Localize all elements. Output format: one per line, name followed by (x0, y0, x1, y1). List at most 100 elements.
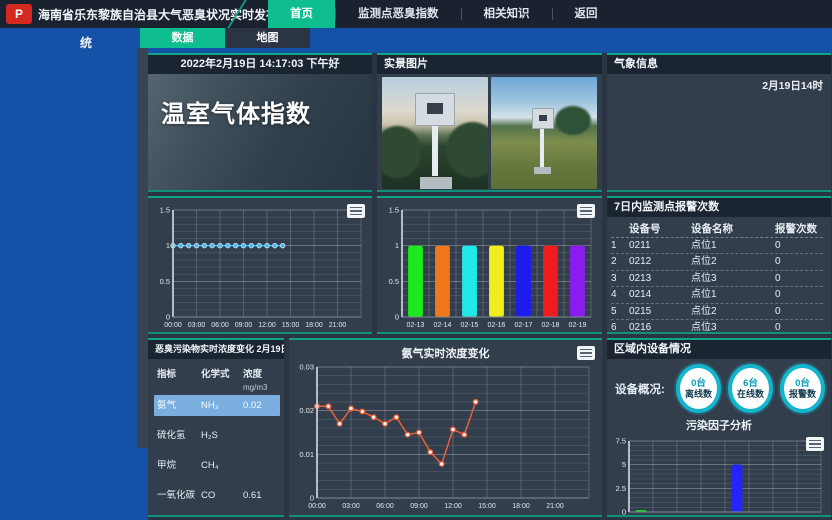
svg-text:1: 1 (166, 241, 170, 250)
col-concentration: 浓度mg/m3 (243, 368, 281, 394)
monitor-base (534, 167, 551, 175)
col-alarm-count: 报警次数 (775, 221, 823, 237)
svg-text:0: 0 (310, 494, 314, 503)
monitor-pole (432, 126, 438, 175)
svg-text:00:00: 00:00 (164, 322, 182, 329)
panel-device-status: 区域内设备情况 设备概况: 0台 离线数 6台 在线数 0台 (607, 338, 831, 517)
svg-text:1.5: 1.5 (389, 206, 399, 215)
tree-foliage (555, 106, 591, 135)
alarm-table-row: 60216 点位30 (611, 320, 823, 334)
main-nav: 首页 监测点恶臭指数 相关知识 返回 (268, 0, 620, 28)
chart-menu-icon[interactable] (806, 437, 824, 451)
page-body: 统 数据 地图 2022年2月19日 14:17:03 下午好 温室气体指数 实… (0, 28, 832, 520)
svg-text:09:00: 09:00 (410, 503, 428, 510)
tab-map[interactable]: 地图 (225, 28, 310, 48)
alarm-table-row: 20212 点位20 (611, 254, 823, 271)
col-device-name: 设备名称 (691, 221, 775, 237)
nav-item-odor-index[interactable]: 监测点恶臭指数 (336, 0, 461, 28)
alarm-table: 设备号 设备名称 报警次数 10211 点位10 20212 点位20 (607, 217, 831, 334)
svg-text:0.5: 0.5 (389, 277, 399, 286)
datetime-text: 2022年2月19日 14:17:03 下午好 (148, 55, 372, 74)
svg-text:7.5: 7.5 (616, 437, 626, 446)
svg-text:06:00: 06:00 (376, 503, 394, 510)
site-photo-field (491, 77, 597, 189)
photos-body (377, 74, 602, 192)
pollution-factor-bar-chart: 02.557.5氨气硫化氢甲烷一氧化碳 (607, 435, 829, 517)
panel-weather: 气象信息 2月19日14时 (607, 53, 831, 192)
pollutant-table: 指标 化学式 浓度mg/m3 氨气 NH₃ 0.02 硫化氢 H₂S (148, 359, 284, 506)
alarm-table-row: 10211 点位10 (611, 238, 823, 255)
svg-text:02-13: 02-13 (407, 322, 425, 329)
panel-site-photos: 实景图片 (377, 53, 602, 192)
col-formula: 化学式 (201, 368, 243, 394)
alarm-table-row: 30213 点位30 (611, 271, 823, 288)
pollutant-row-nh3[interactable]: 氨气 NH₃ 0.02 (154, 395, 280, 416)
dashboard-headline: 温室气体指数 (161, 94, 372, 129)
monitor-base (420, 177, 452, 189)
alarm-panel-title: 7日内监测点报警次数 (607, 198, 831, 217)
svg-text:06:00: 06:00 (211, 322, 229, 329)
svg-text:0.03: 0.03 (299, 363, 314, 372)
unit-label: mg/m3 (243, 381, 281, 394)
svg-text:0.01: 0.01 (299, 450, 314, 459)
alarm-table-row: 40214 点位10 (611, 287, 823, 304)
photos-panel-title: 实景图片 (377, 55, 602, 74)
device-overview-label: 设备概况: (615, 381, 669, 397)
dashboard: 2022年2月19日 14:17:03 下午好 温室气体指数 实景图片 (148, 53, 832, 520)
app-title-wrap: 统 (80, 34, 92, 51)
svg-text:02-14: 02-14 (434, 322, 452, 329)
stat-online-count: 6台 在线数 (728, 364, 773, 413)
greeting-body: 温室气体指数 (148, 74, 372, 192)
alarm-table-header: 设备号 设备名称 报警次数 (611, 221, 823, 238)
content-left-edge (137, 48, 148, 448)
weather-panel-title: 气象信息 (607, 55, 831, 74)
device-panel-title: 区域内设备情况 (607, 340, 831, 359)
svg-text:09:00: 09:00 (235, 322, 253, 329)
svg-text:02-15: 02-15 (461, 322, 479, 329)
nh3-concentration-line-chart: 00.010.020.0300:0003:0006:0009:0012:0015… (290, 361, 601, 514)
pollutant-row-h2s[interactable]: 硫化氢 H₂S (154, 425, 280, 446)
svg-text:12:00: 12:00 (258, 322, 276, 329)
svg-text:21:00: 21:00 (546, 503, 564, 510)
monitor-pole (540, 127, 544, 170)
stat-alarm-count: 0台 报警数 (780, 364, 825, 413)
greenhouse-index-line-chart: 00.511.500:0003:0006:0009:0012:0015:0018… (149, 200, 371, 333)
svg-text:02-19: 02-19 (569, 322, 587, 329)
pollutant-panel-title: 恶臭污染物实时浓度变化 2月19日14时 (148, 340, 284, 359)
svg-text:12:00: 12:00 (444, 503, 462, 510)
svg-text:21:00: 21:00 (329, 322, 347, 329)
svg-text:1: 1 (395, 241, 399, 250)
device-stats: 设备概况: 0台 离线数 6台 在线数 0台 报警数 (607, 359, 831, 415)
svg-text:15:00: 15:00 (478, 503, 496, 510)
panel-nh3-chart: 氨气实时浓度变化 00.010.020.0300:0003:0006:0009:… (289, 338, 602, 517)
panel-daily-index-chart: 00.511.502-1302-1402-1502-1602-1702-1802… (377, 196, 602, 334)
view-tabs: 数据 地图 (140, 28, 310, 48)
svg-text:0.02: 0.02 (299, 406, 314, 415)
svg-text:甲烷: 甲烷 (706, 515, 720, 517)
site-photo-dusk (382, 77, 488, 189)
pollutant-row-ch4[interactable]: 甲烷 CH₄ (154, 455, 280, 476)
monitor-device (415, 93, 455, 127)
weather-timestamp: 2月19日14时 (607, 74, 831, 97)
chart-menu-icon[interactable] (577, 204, 595, 218)
nav-item-back[interactable]: 返回 (553, 0, 620, 28)
chart-menu-icon[interactable] (347, 204, 365, 218)
chart-menu-icon[interactable] (577, 346, 595, 360)
svg-text:02-17: 02-17 (515, 322, 533, 329)
tab-data[interactable]: 数据 (140, 28, 225, 48)
top-navbar: P 海南省乐东黎族自治县大气恶臭状况实时发布系 首页 监测点恶臭指数 相关知识 … (0, 0, 832, 28)
svg-text:15:00: 15:00 (282, 322, 300, 329)
pollutant-row-co[interactable]: 一氧化碳 CO 0.61 (154, 485, 280, 506)
factor-chart-area: 02.557.5氨气硫化氢甲烷一氧化碳 (607, 435, 831, 517)
panel-pollutant-table: 恶臭污染物实时浓度变化 2月19日14时 指标 化学式 浓度mg/m3 氨气 N… (148, 338, 284, 517)
panel-greenhouse-index-chart: 00.511.500:0003:0006:0009:0012:0015:0018… (148, 196, 372, 334)
stat-offline-count: 0台 离线数 (676, 364, 721, 413)
svg-text:5: 5 (622, 460, 626, 469)
svg-text:2.5: 2.5 (616, 484, 626, 493)
nh3-chart-title: 氨气实时浓度变化 (289, 345, 602, 361)
svg-text:03:00: 03:00 (188, 322, 206, 329)
nav-item-knowledge[interactable]: 相关知识 (462, 0, 552, 28)
tree-foliage (446, 122, 488, 178)
factor-chart-title: 污染因子分析 (607, 417, 831, 433)
nav-item-home[interactable]: 首页 (268, 0, 335, 28)
